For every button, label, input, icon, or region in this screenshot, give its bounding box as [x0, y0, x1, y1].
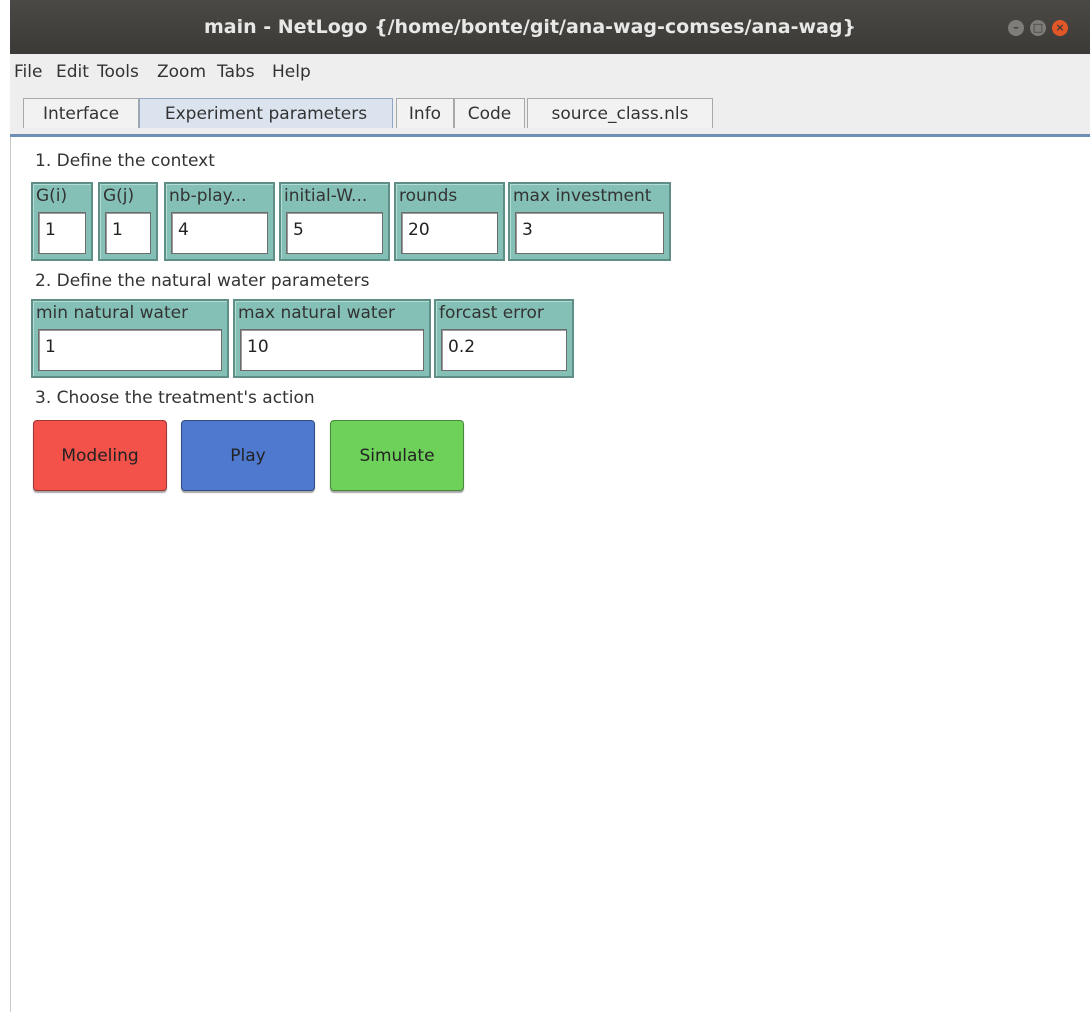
tab-code[interactable]: Code — [454, 98, 525, 128]
input-label: rounds — [399, 186, 458, 206]
input-label: nb-play... — [169, 186, 247, 206]
input-field[interactable]: 0.2 — [441, 329, 567, 371]
title-bar[interactable]: main - NetLogo {/home/bonte/git/ana-wag-… — [10, 0, 1090, 54]
input-widget-rounds[interactable]: rounds 20 — [394, 182, 505, 261]
tab-source-class[interactable]: source_class.nls — [527, 98, 713, 128]
input-widget-forcast-error[interactable]: forcast error 0.2 — [434, 299, 574, 378]
menu-tools[interactable]: Tools — [95, 54, 141, 90]
modeling-button[interactable]: Modeling — [33, 420, 167, 491]
input-widget-max-investment[interactable]: max investment 3 — [508, 182, 671, 261]
minimize-button[interactable]: – — [1008, 20, 1024, 36]
input-label: G(i) — [36, 186, 68, 206]
input-label: max natural water — [238, 303, 396, 323]
section-action-label: 3. Choose the treatment's action — [35, 388, 315, 408]
input-widget-min-natural-water[interactable]: min natural water 1 — [31, 299, 229, 378]
input-widget-gi[interactable]: G(i) 1 — [31, 182, 93, 261]
input-field[interactable]: 5 — [286, 212, 383, 254]
minimize-icon: – — [1013, 21, 1019, 34]
menu-bar: File Edit Tools Zoom Tabs Help — [10, 54, 1090, 91]
input-label: min natural water — [36, 303, 189, 323]
input-widget-nb-players[interactable]: nb-play... 4 — [164, 182, 275, 261]
interface-canvas: 1. Define the context G(i) 1 G(j) 1 nb-p… — [10, 137, 1090, 1012]
input-label: G(j) — [103, 186, 135, 206]
input-field[interactable]: 10 — [240, 329, 424, 371]
tab-interface[interactable]: Interface — [23, 98, 139, 128]
input-widget-initial-w[interactable]: initial-W... 5 — [279, 182, 390, 261]
input-label: max investment — [513, 186, 652, 206]
section-water-label: 2. Define the natural water parameters — [35, 271, 370, 291]
simulate-button[interactable]: Simulate — [330, 420, 464, 491]
input-field[interactable]: 3 — [515, 212, 664, 254]
input-label: initial-W... — [284, 186, 368, 206]
menu-zoom[interactable]: Zoom — [155, 54, 208, 90]
close-button[interactable]: × — [1052, 20, 1068, 36]
menu-file[interactable]: File — [12, 54, 44, 90]
input-field[interactable]: 1 — [38, 212, 86, 254]
window-title: main - NetLogo {/home/bonte/git/ana-wag-… — [204, 16, 856, 38]
tab-experiment-parameters[interactable]: Experiment parameters — [139, 98, 393, 128]
menu-tabs[interactable]: Tabs — [215, 54, 257, 90]
input-widget-gj[interactable]: G(j) 1 — [98, 182, 158, 261]
input-label: forcast error — [439, 303, 544, 323]
netlogo-window: main - NetLogo {/home/bonte/git/ana-wag-… — [0, 0, 1090, 1012]
play-button[interactable]: Play — [181, 420, 315, 491]
maximize-button[interactable]: □ — [1030, 20, 1046, 36]
input-field[interactable]: 1 — [105, 212, 151, 254]
input-field[interactable]: 1 — [38, 329, 222, 371]
close-icon: × — [1055, 21, 1065, 34]
input-field[interactable]: 20 — [401, 212, 498, 254]
menu-help[interactable]: Help — [270, 54, 313, 90]
input-widget-max-natural-water[interactable]: max natural water 10 — [233, 299, 431, 378]
input-field[interactable]: 4 — [171, 212, 268, 254]
tab-bar: Interface Experiment parameters Info Cod… — [10, 90, 1090, 137]
menu-edit[interactable]: Edit — [54, 54, 91, 90]
tab-info[interactable]: Info — [396, 98, 454, 128]
maximize-icon: □ — [1032, 21, 1044, 34]
section-context-label: 1. Define the context — [35, 151, 215, 171]
